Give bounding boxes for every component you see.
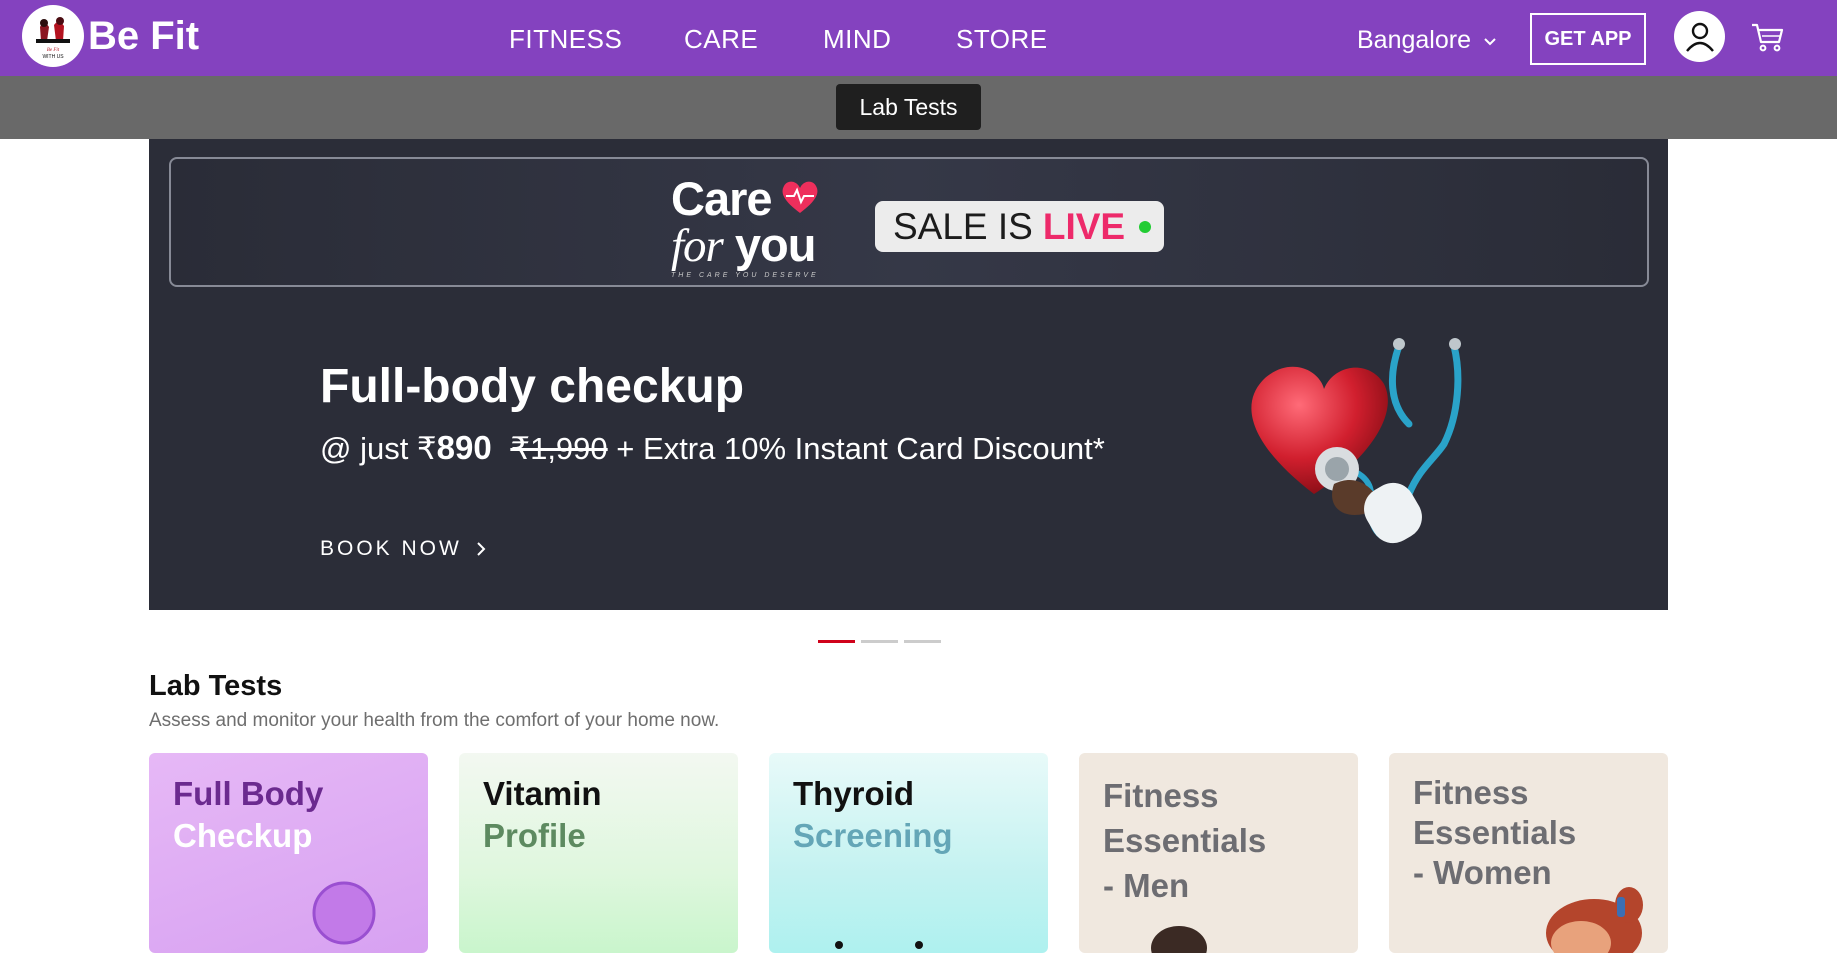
profile-button[interactable] (1674, 11, 1725, 62)
logo-for-text: for (671, 220, 724, 272)
card-title: Full Body Checkup (173, 773, 323, 857)
carousel-dot-3[interactable] (904, 640, 941, 643)
user-icon (1685, 22, 1714, 52)
card-title-line3: - Men (1103, 867, 1190, 904)
sale-live-badge: SALE IS LIVE (875, 201, 1164, 252)
chevron-down-icon (1484, 38, 1496, 46)
card-thyroid-screening[interactable]: Thyroid Screening (769, 753, 1048, 953)
banner-headline: Full-body checkup (320, 360, 745, 413)
card-title-line2: Checkup (173, 817, 313, 854)
logo-you-text: you (734, 218, 817, 271)
man-illustration (1151, 926, 1207, 953)
banner-subline: @ just ₹890 ₹1,990 + Extra 10% Instant C… (320, 429, 1105, 467)
price-value: 890 (436, 429, 492, 466)
live-text: LIVE (1042, 205, 1126, 247)
section-subtitle: Assess and monitor your health from the … (149, 710, 720, 731)
card-title-line2: Screening (793, 817, 953, 854)
card-full-body-checkup[interactable]: Full Body Checkup (149, 753, 428, 953)
carousel-indicators (818, 640, 941, 643)
get-app-button[interactable]: GET APP (1530, 13, 1646, 65)
city-label: Bangalore (1357, 26, 1471, 54)
nav-care[interactable]: CARE (684, 24, 758, 55)
card-title-line1: Thyroid (793, 775, 914, 812)
card-title-line1: Vitamin (483, 775, 602, 812)
heart-stethoscope-illustration (1251, 338, 1462, 544)
nav-store[interactable]: STORE (956, 24, 1048, 55)
promo-strip: Care for you THE CARE YOU DESERVE SALE I… (169, 157, 1649, 287)
cart-icon (1752, 23, 1784, 52)
card-title: Thyroid Screening (793, 773, 953, 857)
thyroid-illustration (835, 941, 923, 949)
heart-icon (782, 181, 818, 213)
chevron-right-icon (477, 542, 486, 556)
sale-text: SALE IS (893, 205, 1033, 247)
card-title-line2: Essentials (1103, 822, 1267, 859)
card-title: Vitamin Profile (483, 773, 602, 857)
live-dot-icon (1139, 220, 1152, 233)
price-prefix: @ just ₹ (320, 431, 437, 466)
card-fitness-essentials-men[interactable]: Fitness Essentials - Men (1079, 753, 1358, 953)
city-selector[interactable]: Bangalore (1357, 26, 1497, 55)
book-now-label: BOOK NOW (320, 537, 462, 560)
card-title-line2: Essentials (1413, 814, 1577, 851)
brand-name[interactable]: Be Fit (88, 14, 199, 59)
brand-logo[interactable]: Be Fit WITH US (22, 5, 84, 67)
tab-lab-tests[interactable]: Lab Tests (836, 84, 981, 130)
discount-text: + Extra 10% Instant Card Discount* (616, 431, 1105, 466)
book-now-button[interactable]: BOOK NOW (320, 537, 486, 561)
card-title-line2: Profile (483, 817, 586, 854)
card-vitamin-profile[interactable]: Vitamin Profile (459, 753, 738, 953)
card-title: Fitness Essentials - Men (1103, 773, 1266, 908)
svg-text:WITH US: WITH US (42, 54, 64, 60)
old-price: ₹1,990 (510, 431, 608, 466)
card-title-line1: Full Body (173, 775, 324, 812)
svg-text:Be Fit: Be Fit (47, 48, 60, 53)
woman-illustration (1546, 887, 1643, 953)
carousel-dot-2[interactable] (861, 640, 898, 643)
cart-button[interactable] (1750, 20, 1784, 59)
top-navbar: Be Fit WITH US Be Fit FITNESS CARE MIND … (0, 0, 1837, 76)
card-title-line1: Fitness (1103, 777, 1219, 814)
card-title-line1: Fitness (1413, 774, 1529, 811)
care-for-you-logo: Care for you THE CARE YOU DESERVE (671, 175, 820, 279)
logo-tagline: THE CARE YOU DESERVE (671, 272, 819, 279)
nav-mind[interactable]: MIND (823, 24, 891, 55)
nav-fitness[interactable]: FITNESS (509, 24, 622, 55)
card-fitness-essentials-women[interactable]: Fitness Essentials - Women (1389, 753, 1668, 953)
card-title: Fitness Essentials - Women (1413, 773, 1576, 893)
pill-illustration (312, 881, 376, 945)
hero-banner[interactable]: Care for you THE CARE YOU DESERVE SALE I… (149, 139, 1668, 610)
carousel-dot-1[interactable] (818, 640, 855, 643)
section-title: Lab Tests (149, 670, 283, 702)
